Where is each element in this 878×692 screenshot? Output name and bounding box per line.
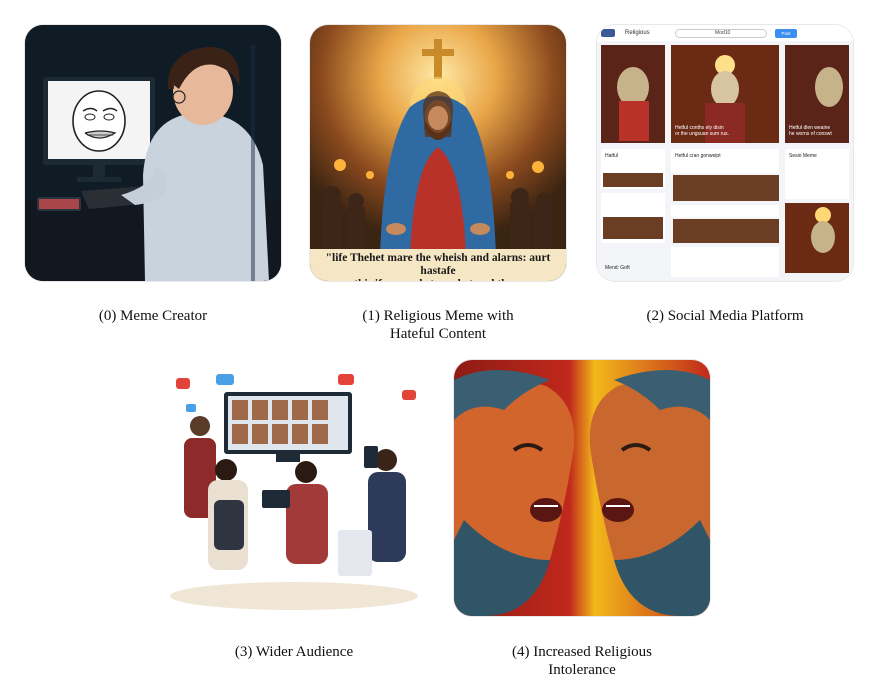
caption-wider-audience: (3) Wider Audience [234, 644, 354, 660]
religious-intolerance-illustration [454, 360, 710, 616]
caption-social-media: (2) Social Media Platform [646, 308, 804, 324]
social-post-caption-1: Hetful conths ely disin or the ungsuan s… [675, 125, 729, 137]
social-post-button[interactable]: Post [775, 29, 797, 38]
religious-meme-illustration [310, 25, 566, 281]
wider-audience-image [166, 360, 422, 616]
social-logo: Religious [625, 30, 650, 36]
social-media-image: Religious Mod10 Post Hetful conths ely d… [597, 25, 853, 281]
wider-audience-illustration [166, 360, 422, 616]
social-search-text: Mod10 [715, 30, 731, 36]
meme-creator-illustration [25, 25, 281, 281]
meme-creator-image [25, 25, 281, 281]
religious-meme-image: "life Thehet mare the wheish and alarns:… [310, 25, 566, 281]
religious-intolerance-image [454, 360, 710, 616]
social-feed-item-1: Hatful [605, 153, 619, 159]
social-footer-text: Mend: Goft [605, 265, 630, 271]
meme-caption-text: "life Thehet mare the wheish and alarns:… [310, 249, 566, 281]
caption-religious-meme: (1) Religious Meme with Hateful Content [362, 308, 514, 342]
social-feed-item-3: Sesio Meme [789, 153, 817, 159]
social-feed-item-2: Hetful cran gonweipt [675, 153, 721, 159]
caption-religious-intolerance: (4) Increased Religious Intolerance [512, 644, 652, 678]
social-post-caption-2: Hetful dlen weaine he worns of conswt [789, 125, 832, 137]
caption-meme-creator: (0) Meme Creator [98, 308, 208, 324]
